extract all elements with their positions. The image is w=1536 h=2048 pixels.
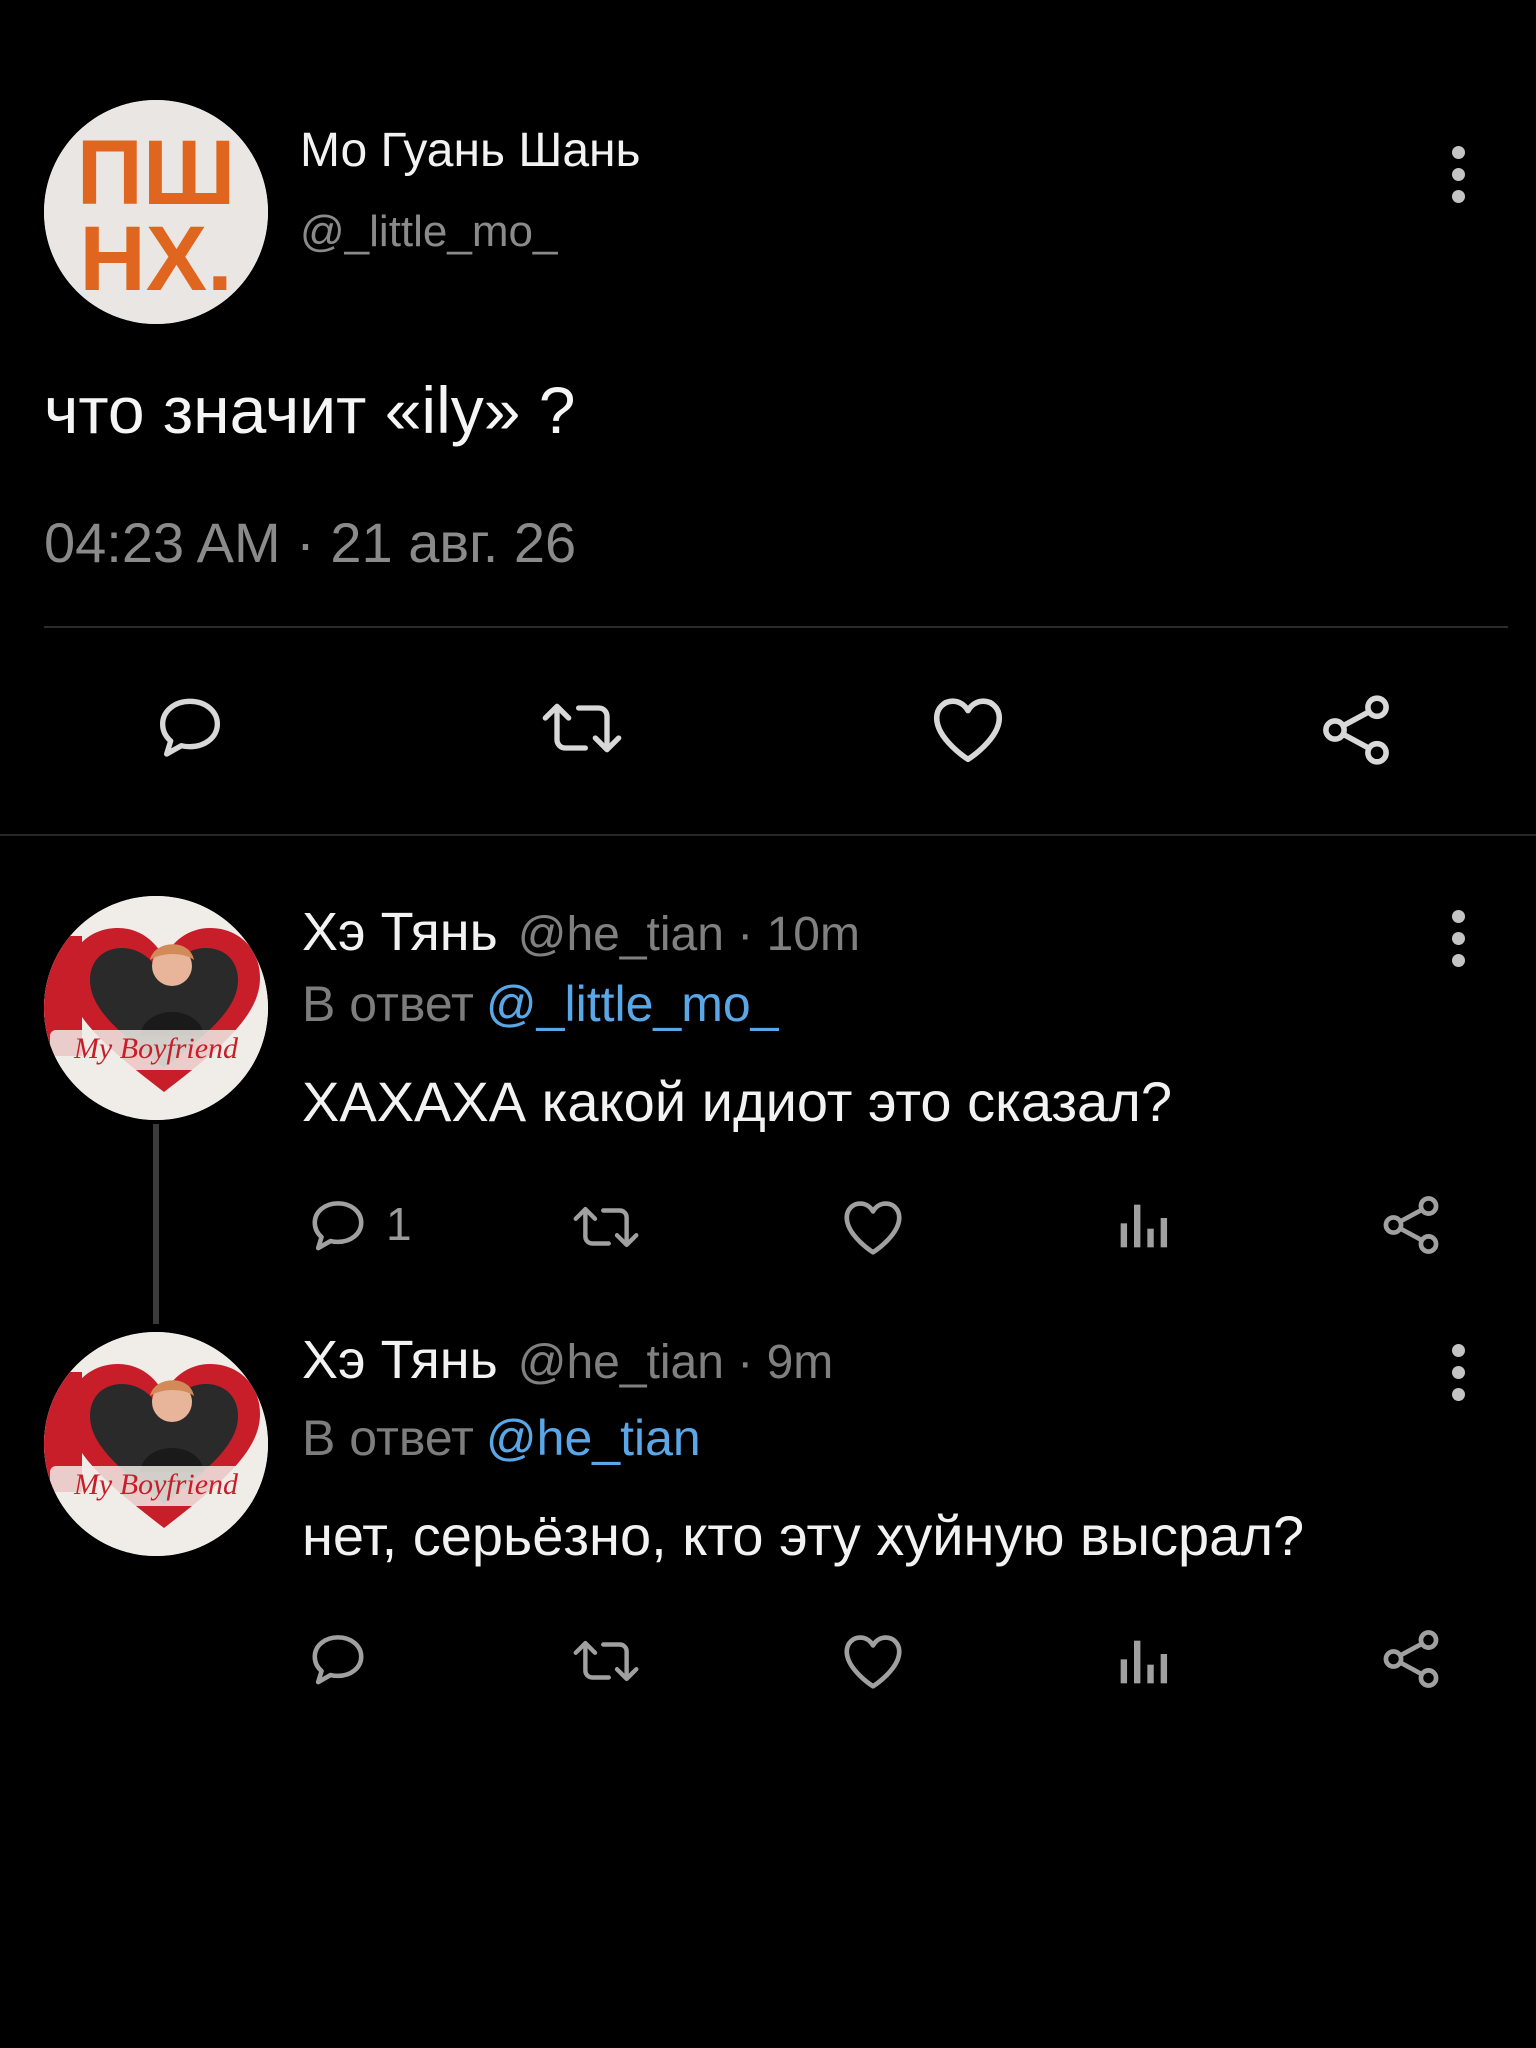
main-tweet-timestamp: 04:23 AM · 21 авг. 26 <box>44 511 577 574</box>
share-icon[interactable] <box>1314 688 1398 772</box>
reply-header: Хэ Тянь @he_tian · 10m <box>302 900 860 967</box>
reply-author-name[interactable]: Хэ Тянь <box>302 900 498 964</box>
i-love-my-boyfriend-image: My Boyfriend <box>44 1332 268 1556</box>
pshnh-logo-image: ПШ НХ. <box>44 100 268 324</box>
views-icon[interactable] <box>1110 1628 1174 1696</box>
main-tweet-text: что значит «ily» ? <box>44 373 576 447</box>
reply-handle-time: @he_tian · 10m <box>517 908 860 961</box>
reply-to-label: В ответ <box>302 1410 474 1466</box>
reply-author-name[interactable]: Хэ Тянь <box>302 1328 498 1392</box>
avatar-caption-text: My Boyfriend <box>73 1032 239 1065</box>
retweet-icon[interactable] <box>566 1194 646 1260</box>
comment-count: 1 <box>386 1198 412 1250</box>
main-author-avatar[interactable]: ПШ НХ. <box>44 100 268 324</box>
retweet-icon[interactable] <box>566 1628 646 1694</box>
views-icon[interactable] <box>1110 1192 1174 1260</box>
reply-author-avatar[interactable]: My Boyfriend <box>44 896 268 1120</box>
reply-to-label: В ответ <box>302 976 474 1032</box>
heart-icon[interactable] <box>926 688 1010 768</box>
reply-handle-time: @he_tian · 9m <box>517 1336 834 1389</box>
reply-more-options-icon[interactable] <box>1450 910 1466 967</box>
reply-text: нет, серьёзно, кто эту хуйную высрал? <box>302 1504 1305 1567</box>
share-icon[interactable] <box>1376 1624 1446 1694</box>
reply-more-options-icon[interactable] <box>1450 1344 1466 1401</box>
comment-icon[interactable] <box>304 1626 372 1694</box>
comment-icon[interactable] <box>150 688 230 768</box>
main-author-handle[interactable]: @_little_mo_ <box>300 206 557 258</box>
main-more-options-icon[interactable] <box>1450 146 1466 203</box>
reply-to-mention-link[interactable]: @he_tian <box>486 1410 701 1466</box>
reply-to-line: В ответ @he_tian <box>302 1408 701 1468</box>
avatar-logo-bottom-text: НХ. <box>79 208 232 310</box>
reply-to-line: В ответ @_little_mo_ <box>302 974 778 1034</box>
divider <box>0 834 1536 836</box>
i-love-my-boyfriend-image: My Boyfriend <box>44 896 268 1120</box>
reply-to-mention-link[interactable]: @_little_mo_ <box>486 976 779 1032</box>
reply-header: Хэ Тянь @he_tian · 9m <box>302 1328 833 1395</box>
share-icon[interactable] <box>1376 1190 1446 1260</box>
main-author-name[interactable]: Мо Гуань Шань <box>300 122 641 180</box>
retweet-icon[interactable] <box>534 688 630 768</box>
reply-text: ХАХАХА какой идиот это сказал? <box>302 1070 1172 1133</box>
reply-author-avatar[interactable]: My Boyfriend <box>44 1332 268 1556</box>
thread-connector-line <box>153 1124 159 1324</box>
avatar-caption-text: My Boyfriend <box>73 1468 239 1501</box>
heart-icon[interactable] <box>838 1192 908 1260</box>
divider <box>44 626 1508 628</box>
comment-icon[interactable] <box>304 1192 372 1260</box>
heart-icon[interactable] <box>838 1626 908 1694</box>
